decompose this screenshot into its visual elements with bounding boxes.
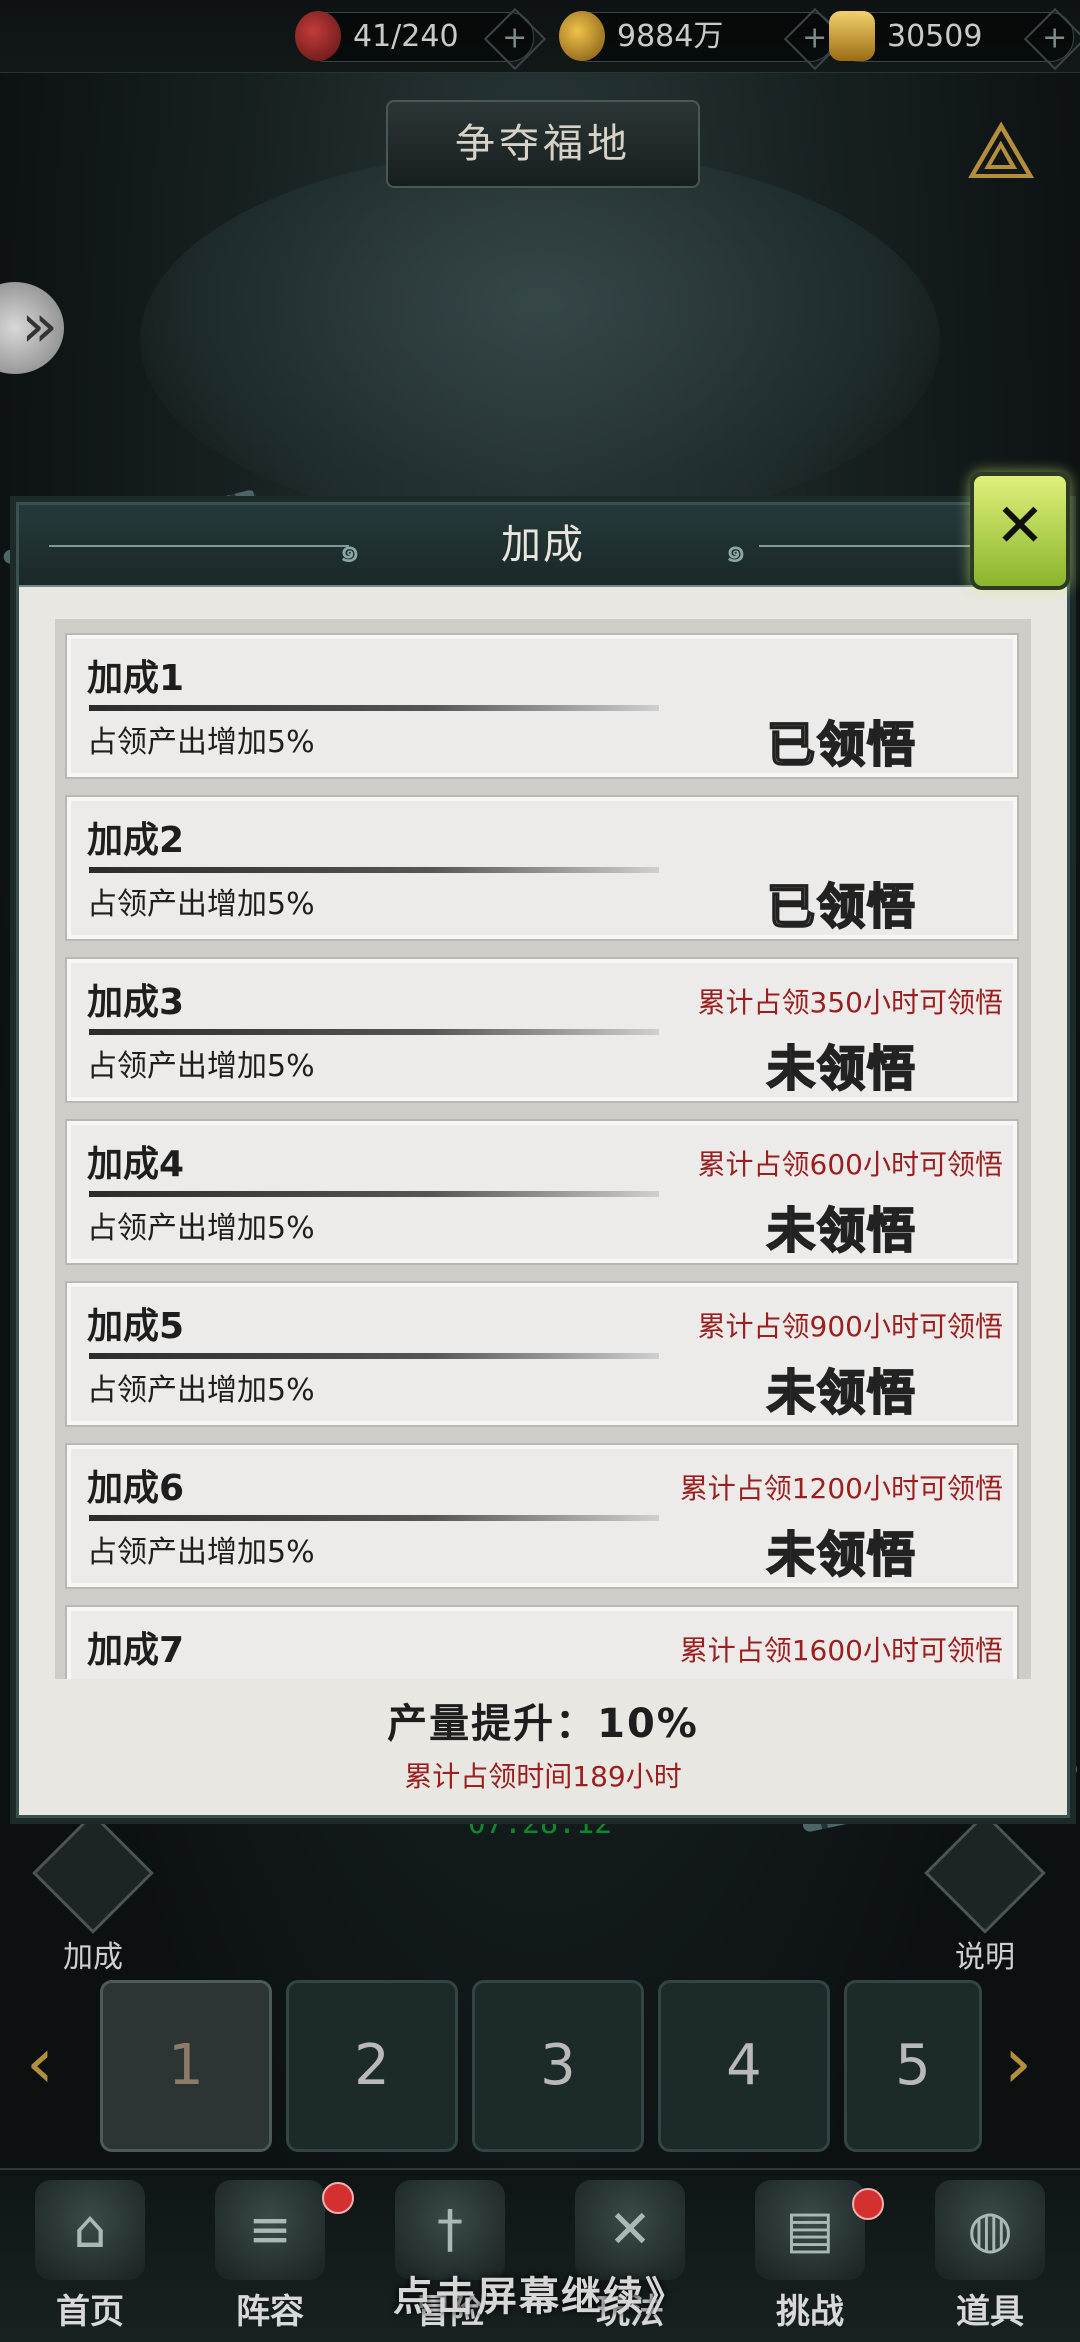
bonus-summary: 产量提升：10% 累计占领时间189小时 (19, 1691, 1067, 1795)
bonus-name: 加成4 (87, 1144, 185, 1185)
resource-gold: 30509 + (829, 7, 1080, 71)
bonus-requirement: 累计占领350小时可领悟 (697, 986, 1003, 1019)
coin-icon (559, 11, 605, 61)
bonus-divider (89, 1029, 659, 1035)
bonus-name: 加成6 (87, 1468, 185, 1509)
slot-row: 1 2 3 4 5 (0, 1980, 1080, 2152)
bonus-status: 未领悟 (766, 1202, 918, 1260)
occupation-time: 累计占领时间189小时 (404, 1760, 682, 1793)
add-food-button[interactable]: + (483, 7, 547, 71)
bonus-status: 已领悟 (766, 878, 918, 936)
bonus-divider (89, 1353, 659, 1359)
modal-header: ๑ ๑ 加成 (19, 505, 1067, 587)
bonus-status: 已领悟 (766, 716, 918, 774)
bonus-card: 加成3 占领产出增加5% 累计占领350小时可领悟 未领悟 (65, 957, 1019, 1103)
bonus-side-button[interactable]: 加成 (28, 1812, 158, 1976)
bonus-status: 未领悟 (766, 1526, 918, 1584)
bonus-name: 加成3 (87, 982, 185, 1023)
page-title: 争夺福地 (386, 100, 700, 188)
bonus-description: 占领产出增加5% (87, 1535, 315, 1570)
resource-coin: 9884万 + (559, 7, 847, 71)
bonus-card: 加成7 累计占领1600小时可领悟 (65, 1605, 1019, 1679)
slot-2[interactable]: 2 (286, 1980, 458, 2152)
bonus-icon (32, 1812, 154, 1934)
bonus-description: 占领产出增加5% (87, 725, 315, 760)
bonus-divider (89, 1191, 659, 1197)
slot-5[interactable]: 5 (844, 1980, 982, 2152)
bonus-card: 加成1 占领产出增加5% 已领悟 (65, 633, 1019, 779)
bonus-card: 加成4 占领产出增加5% 累计占领600小时可领悟 未领悟 (65, 1119, 1019, 1265)
bonus-side-label: 加成 (63, 1940, 123, 1975)
bonus-card: 加成2 占领产出增加5% 已领悟 (65, 795, 1019, 941)
bonus-requirement: 累计占领1600小时可领悟 (679, 1634, 1003, 1667)
bonus-divider (89, 705, 659, 711)
help-side-label: 说明 (955, 1940, 1015, 1975)
resource-bar: 41/240 + 9884万 + 30509 + (0, 0, 1080, 73)
bonus-modal: ๑ ๑ 加成 加成1 占领产出增加5% 已领悟 加成2 占领产出增加5% 已领悟… (16, 502, 1070, 1818)
bonus-name: 加成5 (87, 1306, 185, 1347)
resource-value: 30509 (887, 19, 983, 54)
emblem-icon[interactable]: ⟁ (946, 96, 1056, 206)
bonus-divider (89, 867, 659, 873)
bonus-requirement: 累计占领600小时可领悟 (697, 1148, 1003, 1181)
food-icon (295, 11, 341, 61)
bonus-list[interactable]: 加成1 占领产出增加5% 已领悟 加成2 占领产出增加5% 已领悟 加成3 占领… (55, 619, 1031, 1679)
resource-value: 41/240 (353, 19, 459, 54)
bonus-name: 加成1 (87, 658, 185, 699)
gold-ingot-icon (829, 11, 875, 61)
close-button[interactable]: ✕ (970, 472, 1070, 590)
slot-3[interactable]: 3 (472, 1980, 644, 2152)
close-icon: ✕ (994, 491, 1046, 561)
bonus-name: 加成7 (87, 1630, 185, 1671)
slot-1[interactable]: 1 (100, 1980, 272, 2152)
help-side-button[interactable]: 说明 (920, 1812, 1050, 1976)
help-icon (924, 1812, 1046, 1934)
bonus-divider (89, 1515, 659, 1521)
bonus-description: 占领产出增加5% (87, 1211, 315, 1246)
add-gold-button[interactable]: + (1023, 7, 1080, 71)
slot-4[interactable]: 4 (658, 1980, 830, 2152)
resource-food: 41/240 + (295, 7, 547, 71)
bonus-status: 未领悟 (766, 1364, 918, 1422)
production-boost: 产量提升：10% (387, 1701, 699, 1747)
bonus-card: 加成5 占领产出增加5% 累计占领900小时可领悟 未领悟 (65, 1281, 1019, 1427)
modal-title: 加成 (501, 522, 585, 568)
bonus-requirement: 累计占领900小时可领悟 (697, 1310, 1003, 1343)
expand-arrow-icon[interactable]: » (0, 282, 64, 374)
notification-dot (852, 2188, 884, 2220)
cave-backdrop (140, 150, 940, 530)
bonus-status: 未领悟 (766, 1040, 918, 1098)
resource-value: 9884万 (617, 19, 724, 54)
bonus-description: 占领产出增加5% (87, 1049, 315, 1084)
bonus-name: 加成2 (87, 820, 185, 861)
bonus-description: 占领产出增加5% (87, 1373, 315, 1408)
notification-dot (322, 2182, 354, 2214)
bonus-description: 占领产出增加5% (87, 887, 315, 922)
slot-next-arrow-icon[interactable]: › (1004, 2028, 1064, 2098)
bonus-requirement: 累计占领1200小时可领悟 (679, 1472, 1003, 1505)
bonus-card: 加成6 占领产出增加5% 累计占领1200小时可领悟 未领悟 (65, 1443, 1019, 1589)
tap-to-continue-hint[interactable]: 点击屏幕继续》 (0, 2264, 1080, 2322)
